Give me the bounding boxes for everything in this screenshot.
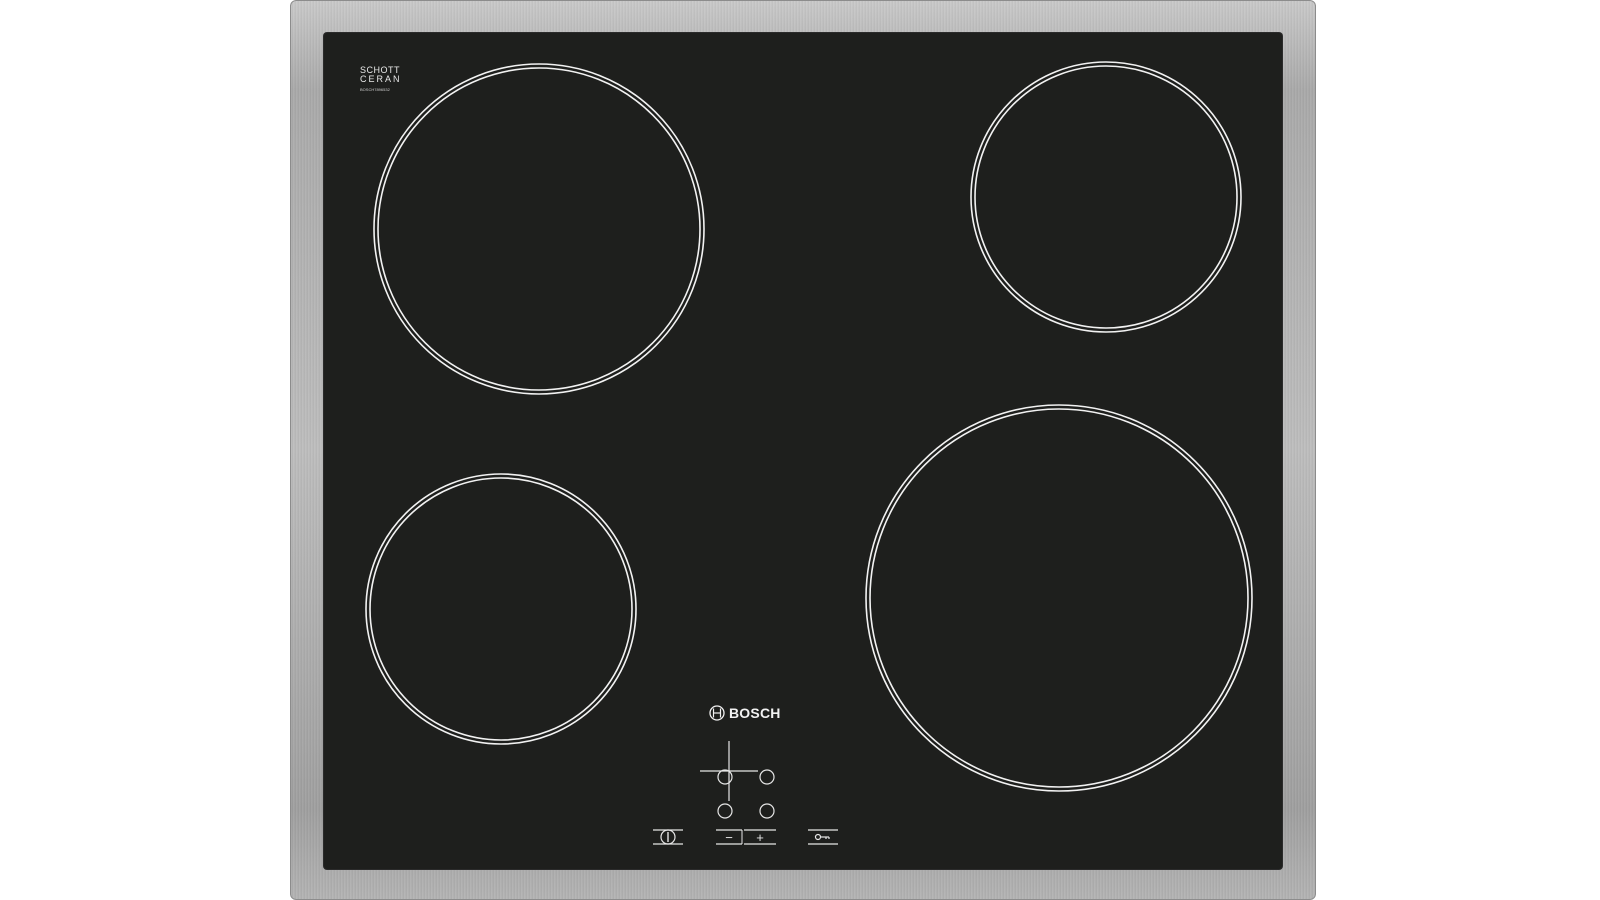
plus-button[interactable]: + <box>741 829 776 845</box>
brand-logo: BOSCH <box>709 705 781 721</box>
zone-bottom-left-icon[interactable] <box>717 803 733 819</box>
bosch-armature-icon <box>709 705 725 721</box>
cooking-zone-rear-right[interactable] <box>970 61 1242 333</box>
glass-model-code: BOSCH7896532 <box>360 87 390 92</box>
cooking-zone-front-right[interactable] <box>865 404 1253 792</box>
cooktop-surface: − + <box>365 61 1253 845</box>
minus-button[interactable]: − <box>716 829 742 845</box>
zone-bottom-right-icon[interactable] <box>759 803 775 819</box>
child-lock-button[interactable] <box>808 829 838 845</box>
power-button[interactable] <box>653 829 683 845</box>
ceramic-glass-top: − + SCHOTT CERAN BOSCH7896532 BOSCH <box>324 33 1282 869</box>
key-lock-icon <box>814 833 830 841</box>
brand-name: BOSCH <box>729 705 781 721</box>
zone-top-right-icon[interactable] <box>759 769 775 785</box>
zone-top-left-icon[interactable] <box>717 769 733 785</box>
cooking-zone-front-left[interactable] <box>365 473 637 745</box>
minus-symbol: − <box>725 830 733 845</box>
cooking-zone-rear-left[interactable] <box>373 63 705 395</box>
plus-symbol: + <box>756 830 764 845</box>
ceran-label: CERAN <box>360 74 402 84</box>
schott-ceran-logo: SCHOTT CERAN BOSCH7896532 <box>360 66 402 92</box>
power-icon <box>660 829 676 845</box>
